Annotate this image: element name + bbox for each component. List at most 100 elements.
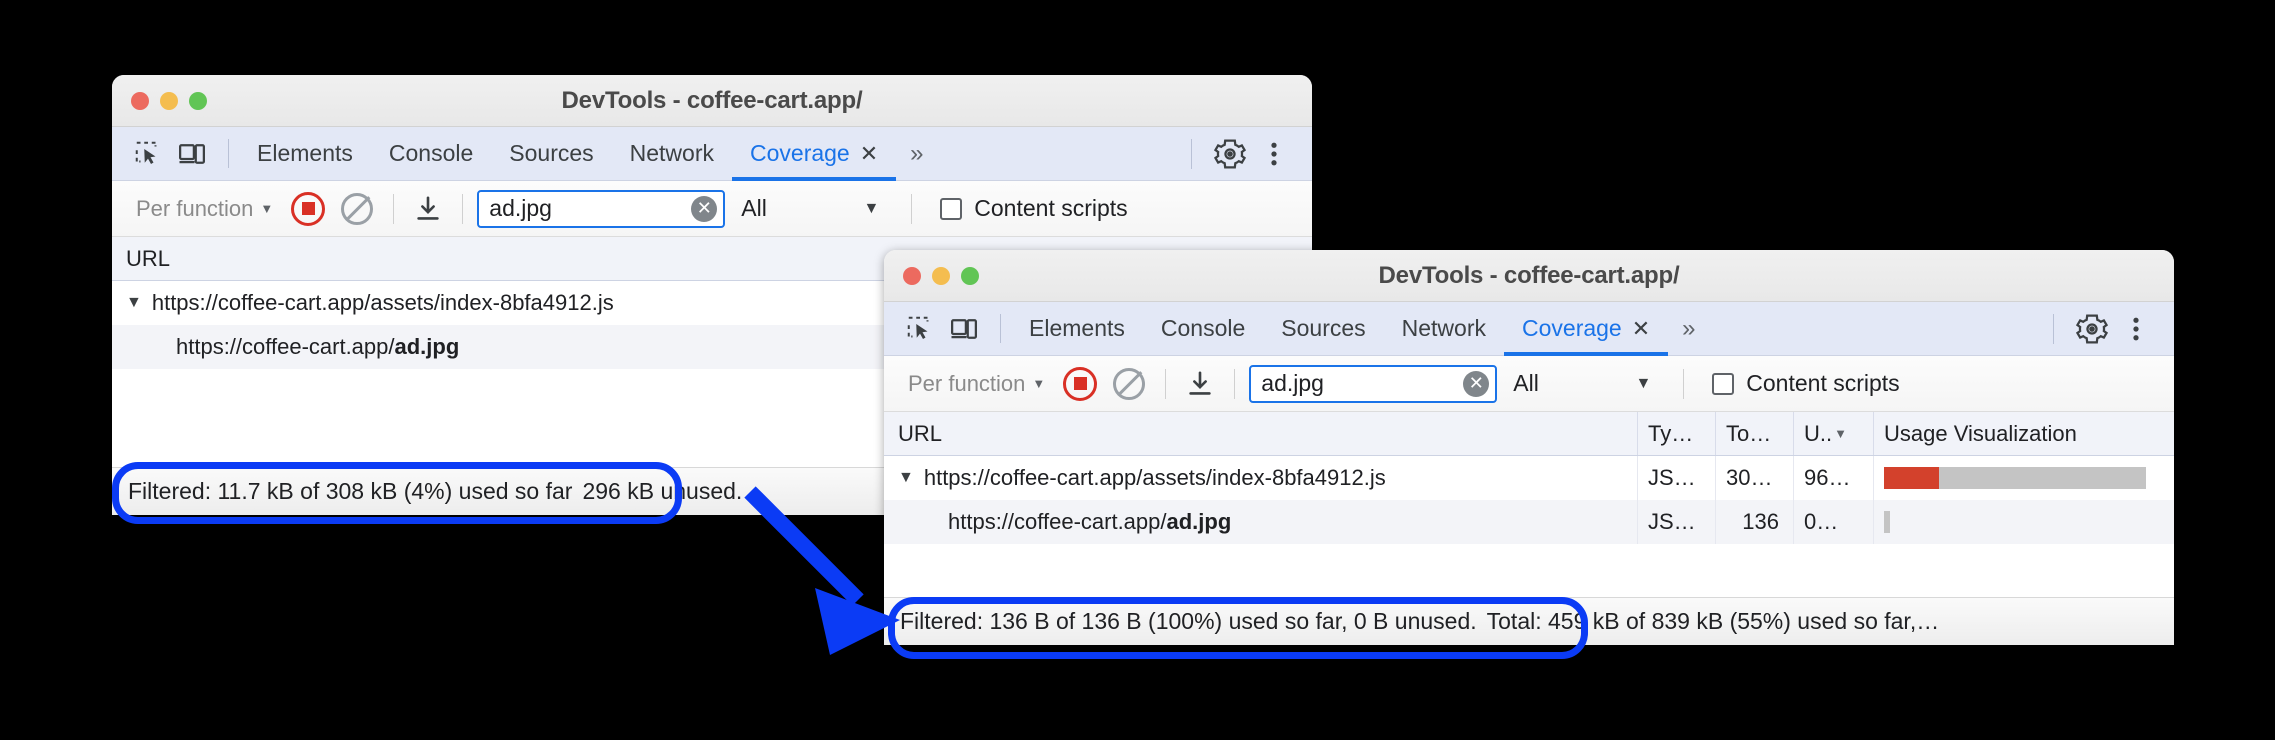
window2-table-header[interactable]: URL Ty… To… U.. ▼ Usage Visualization [884,412,2174,456]
tab-label: Console [1160,315,1246,341]
chevron-down-icon: ▼ [260,201,274,216]
granularity-label: Per function [136,195,254,221]
window2-title: DevTools - coffee-cart.app/ [1378,261,1680,289]
chevron-down-icon: ▼ [863,199,880,217]
window2-filtered-status: Filtered: 136 B of 136 B (100%) used so … [900,608,1477,634]
column-header-total-bytes[interactable]: To… [1716,412,1794,455]
search-input[interactable]: ad.jpg ✕ [1249,364,1498,403]
toolbar-divider-3 [911,193,913,224]
device-toolbar-icon[interactable] [944,309,984,349]
window2-titlebar[interactable]: DevTools - coffee-cart.app/ [884,250,2174,302]
tab-label: Elements [257,140,353,166]
tab-label: Coverage [1522,315,1622,341]
tab-network[interactable]: Network [1384,302,1504,355]
filter-value[interactable]: ad.jpg [1261,370,1463,397]
record-icon[interactable] [1063,366,1098,401]
row-url-cell[interactable]: ▼ https://coffee-cart.app/assets/index-8… [884,456,1638,500]
table-row[interactable]: ▼ https://coffee-cart.app/assets/index-8… [884,456,2174,500]
type-filter-select[interactable]: All ▼ [1499,370,1669,397]
close-tab-icon[interactable]: ✕ [1632,317,1650,340]
gear-icon[interactable] [1210,134,1250,174]
usage-bar-used [1884,467,1940,489]
window1-total-status: 296 kB unused. [582,478,743,504]
filter-value[interactable]: ad.jpg [489,195,691,222]
close-tab-icon[interactable]: ✕ [860,142,878,165]
tab-console[interactable]: Console [371,127,491,180]
column-header-unused-bytes[interactable]: U.. ▼ [1794,412,1874,455]
toolbar-divider [393,193,395,224]
window1-tabstrip-actions[interactable] [1177,127,1312,180]
device-toolbar-icon[interactable] [172,134,212,174]
inspect-element-icon[interactable] [900,309,940,349]
granularity-dropdown[interactable]: Per function ▼ [900,371,1053,397]
inspect-element-icon[interactable] [128,134,168,174]
window1-title: DevTools - coffee-cart.app/ [561,86,863,114]
window2-tool-icons[interactable] [884,302,990,355]
tab-elements[interactable]: Elements [239,127,371,180]
tab-coverage[interactable]: Coverage ✕ [732,127,897,181]
type-filter-value: All [741,195,767,221]
column-header-type[interactable]: Ty… [1638,412,1716,455]
content-scripts-label: Content scripts [974,195,1128,221]
window2-tabstrip[interactable]: Elements Console Sources Network Coverag… [884,302,2174,356]
tab-network[interactable]: Network [612,127,732,180]
content-scripts-label: Content scripts [1746,370,1900,396]
row-unused-cell: 96… [1794,456,1874,500]
expand-twisty-icon[interactable]: ▼ [126,294,142,312]
tab-label: Network [629,140,714,166]
window1-tool-icons[interactable] [112,127,218,180]
row-url-text: https://coffee-cart.app/assets/index-8bf… [923,465,1386,490]
clear-icon[interactable] [1113,367,1146,400]
clear-input-icon[interactable]: ✕ [691,195,718,222]
granularity-dropdown[interactable]: Per function ▼ [128,196,281,222]
kebab-menu-icon[interactable] [2116,309,2156,349]
content-scripts-toggle[interactable]: Content scripts [926,195,1128,222]
row-usage-visualization-cell [1874,500,2174,544]
chevron-down-icon: ▼ [1635,374,1652,392]
actions-divider [1191,138,1192,169]
search-input[interactable]: ad.jpg ✕ [477,189,726,228]
tab-console[interactable]: Console [1143,302,1263,355]
tab-label: Sources [509,140,594,166]
clear-input-icon[interactable]: ✕ [1463,370,1490,397]
window1-titlebar[interactable]: DevTools - coffee-cart.app/ [112,75,1312,127]
table-row[interactable]: https://coffee-cart.app/ad.jpg JS… 136 0… [884,500,2174,544]
kebab-menu-icon[interactable] [1254,134,1294,174]
toolbar-divider-2 [1234,368,1236,399]
gear-icon[interactable] [2072,309,2112,349]
download-icon[interactable] [1180,364,1220,404]
content-scripts-toggle[interactable]: Content scripts [1698,370,1900,397]
tab-sources[interactable]: Sources [491,127,611,180]
arrow-from-callout1-to-callout2 [744,486,900,655]
content-scripts-checkbox[interactable] [940,197,963,220]
window2-coverage-toolbar[interactable]: Per function ▼ ad.jpg ✕ All ▼ Content sc… [884,356,2174,412]
row-url-filename: ad.jpg [394,334,460,359]
tab-label: Elements [1029,315,1125,341]
download-icon[interactable] [408,189,448,229]
window2-tabstrip-actions[interactable] [2039,302,2174,355]
more-tabs-icon[interactable]: » [1668,302,1709,355]
column-header-usage-visualization[interactable]: Usage Visualization [1874,412,2174,455]
chevron-down-icon: ▼ [1032,376,1046,391]
record-icon[interactable] [291,191,326,226]
tab-elements[interactable]: Elements [1011,302,1143,355]
row-total-cell: 136 [1716,500,1794,544]
type-filter-select[interactable]: All ▼ [727,195,897,222]
row-url-filename: ad.jpg [1166,509,1232,534]
tab-sources[interactable]: Sources [1263,302,1383,355]
row-url-cell[interactable]: https://coffee-cart.app/ad.jpg [884,500,1638,544]
window2-statusbar: Filtered: 136 B of 136 B (100%) used so … [884,597,2174,645]
clear-icon[interactable] [341,192,374,225]
more-tabs-icon[interactable]: » [896,127,937,180]
tab-coverage[interactable]: Coverage ✕ [1504,302,1669,356]
devtools-window-2[interactable]: DevTools - coffee-cart.app/ Elements Con… [884,250,2174,645]
window2-tabs[interactable]: Elements Console Sources Network Coverag… [1011,302,1669,356]
toolbar-divider [1165,368,1167,399]
expand-twisty-icon[interactable]: ▼ [898,469,914,487]
column-header-url[interactable]: URL [884,412,1638,455]
content-scripts-checkbox[interactable] [1712,372,1735,395]
window1-coverage-toolbar[interactable]: Per function ▼ ad.jpg ✕ All ▼ Content sc… [112,181,1312,237]
tab-label: Sources [1281,315,1366,341]
window1-tabstrip[interactable]: Elements Console Sources Network Coverag… [112,127,1312,181]
window1-tabs[interactable]: Elements Console Sources Network Coverag… [239,127,897,181]
